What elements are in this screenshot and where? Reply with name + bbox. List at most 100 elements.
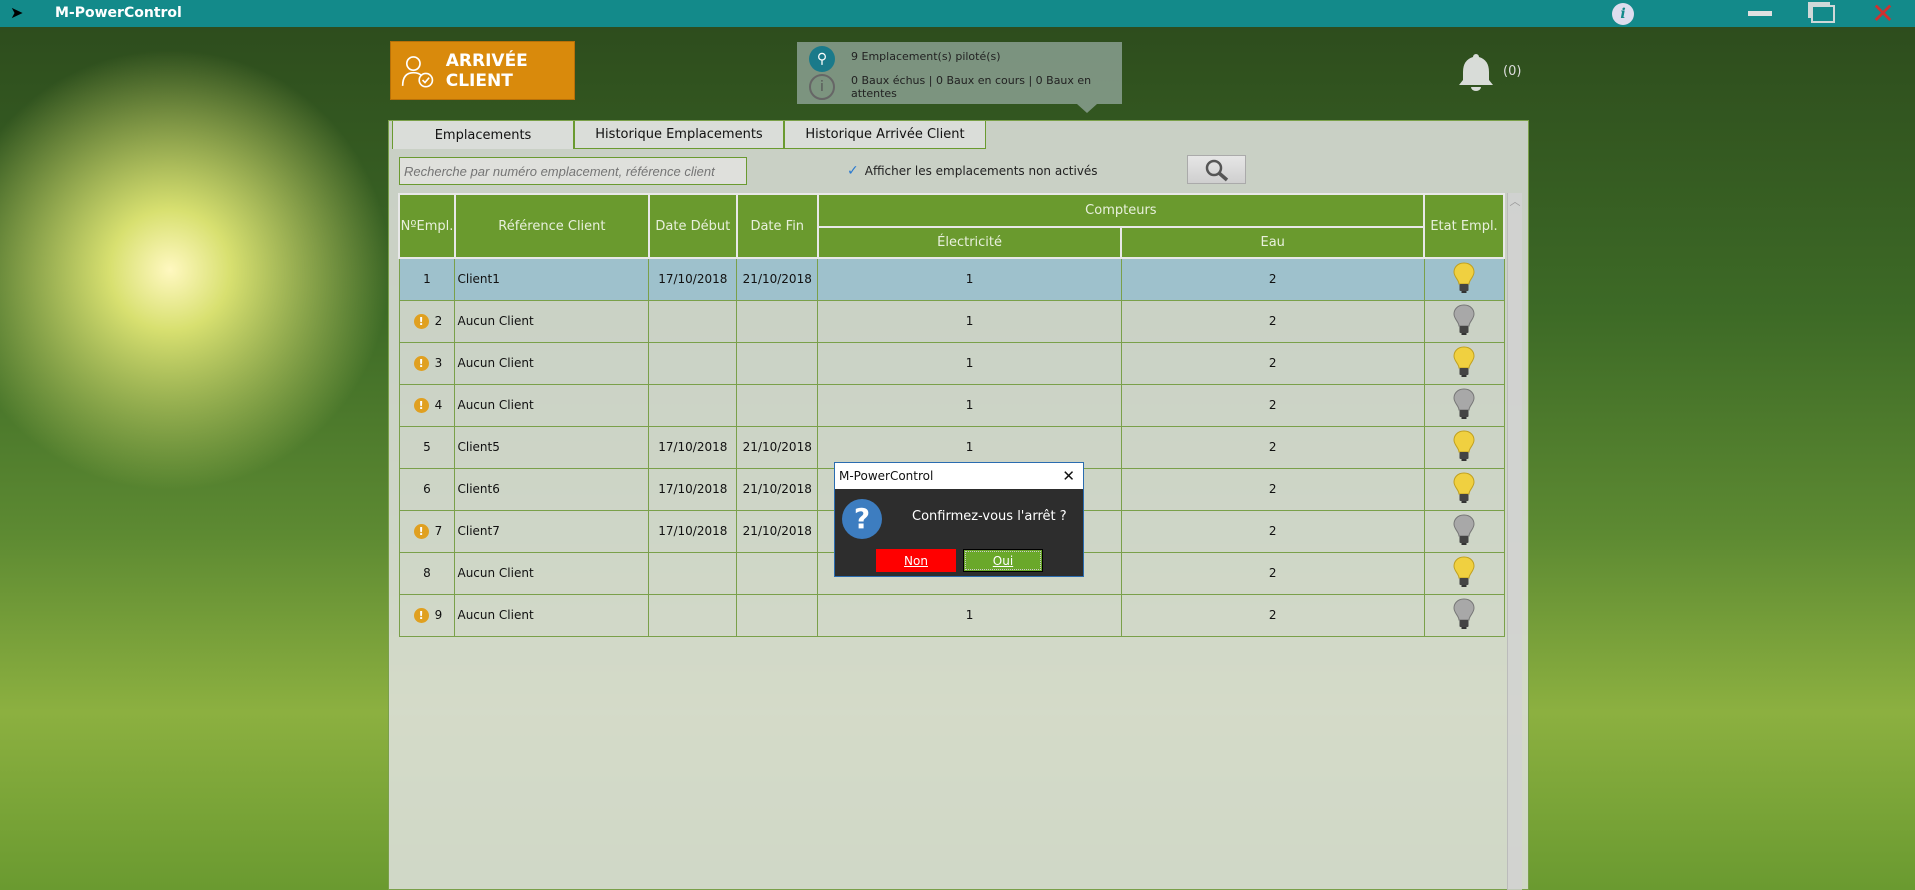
col-fin[interactable]: Date Fin xyxy=(735,193,819,259)
cell-eau: 2 xyxy=(1120,467,1425,511)
cell-debut xyxy=(648,383,738,427)
notification-count: (0) xyxy=(1503,64,1522,79)
user-check-icon xyxy=(401,55,434,88)
cell-etat[interactable] xyxy=(1423,257,1505,301)
cell-num: 6 xyxy=(398,467,456,511)
non-button[interactable]: Non xyxy=(876,549,956,572)
cell-ref: Client7 xyxy=(454,509,650,553)
cell-ref: Aucun Client xyxy=(454,341,650,385)
app-cursor-icon: ➤ xyxy=(10,3,24,22)
arrivee-client-label: ARRIVÉE CLIENT xyxy=(445,50,528,91)
cell-fin: 21/10/2018 xyxy=(736,509,819,553)
cell-num: ! 9 xyxy=(398,593,456,637)
cell-eau: 2 xyxy=(1120,593,1425,637)
col-electricite[interactable]: Électricité xyxy=(816,226,1123,259)
cell-etat[interactable] xyxy=(1423,341,1505,385)
cell-etat[interactable] xyxy=(1423,509,1505,553)
col-ref[interactable]: Référence Client xyxy=(453,193,650,259)
cell-fin: 21/10/2018 xyxy=(736,257,819,301)
oui-button[interactable]: Oui xyxy=(963,549,1043,572)
cell-electricite: 1 xyxy=(817,257,1122,301)
info-icon[interactable]: i xyxy=(1603,0,1643,27)
bulb-on-icon xyxy=(1453,471,1475,503)
cell-etat[interactable] xyxy=(1423,383,1505,427)
cell-eau: 2 xyxy=(1120,299,1425,343)
app-title: M-PowerControl xyxy=(55,5,182,21)
cell-num: ! 3 xyxy=(398,341,456,385)
table-row[interactable]: ! 4 Aucun Client 1 2 xyxy=(398,383,1505,427)
minimize-button[interactable] xyxy=(1740,0,1780,27)
cell-debut: 17/10/2018 xyxy=(648,257,738,301)
tab-emplacements[interactable]: Emplacements xyxy=(392,121,574,149)
num-value: 3 xyxy=(434,355,443,370)
cell-ref: Client6 xyxy=(454,467,650,511)
table-row[interactable]: ! 9 Aucun Client 1 2 xyxy=(398,593,1505,637)
cell-num: 5 xyxy=(398,425,456,469)
bulb-off-icon xyxy=(1453,303,1475,335)
col-debut[interactable]: Date Début xyxy=(647,193,738,259)
bulb-on-icon xyxy=(1453,429,1475,461)
num-value: 2 xyxy=(434,313,443,328)
cell-etat[interactable] xyxy=(1423,551,1505,595)
dialog-close-icon[interactable]: ✕ xyxy=(1062,467,1075,485)
location-pin-icon: ⚲ xyxy=(809,46,835,72)
cell-fin xyxy=(736,551,819,595)
search-button[interactable] xyxy=(1187,155,1246,184)
num-value: 8 xyxy=(423,566,431,580)
search-icon xyxy=(1205,159,1228,181)
show-inactive-checkbox[interactable]: ✓ Afficher les emplacements non activés xyxy=(847,163,1098,179)
tab-historique-arrivee-client[interactable]: Historique Arrivée Client xyxy=(784,121,986,149)
cell-debut xyxy=(648,299,738,343)
num-value: 5 xyxy=(423,440,431,454)
bell-icon[interactable] xyxy=(1458,52,1494,96)
num-value: 7 xyxy=(434,523,443,538)
col-eau[interactable]: Eau xyxy=(1120,226,1426,259)
col-compteurs: Compteurs xyxy=(816,193,1426,228)
cell-num: ! 2 xyxy=(398,299,456,343)
table-row[interactable]: ! 3 Aucun Client 1 2 xyxy=(398,341,1505,385)
callout-arrow xyxy=(1077,104,1097,113)
cell-num: 1 xyxy=(398,257,456,301)
warning-icon: ! xyxy=(413,523,429,539)
arrivee-client-button[interactable]: ARRIVÉE CLIENT xyxy=(390,41,575,100)
scroll-up-icon[interactable]: ︿ xyxy=(1510,195,1521,208)
cell-num: ! 7 xyxy=(398,509,456,553)
col-etat[interactable]: Etat Empl. xyxy=(1423,193,1505,259)
warning-icon: ! xyxy=(413,313,429,329)
cell-fin xyxy=(736,341,819,385)
cell-num: 8 xyxy=(398,551,456,595)
tab-historique-emplacements[interactable]: Historique Emplacements xyxy=(574,121,784,149)
cell-debut xyxy=(648,551,738,595)
emplacements-count: 9 Emplacement(s) piloté(s) xyxy=(851,50,1001,63)
cell-ref: Client5 xyxy=(454,425,650,469)
cell-etat[interactable] xyxy=(1423,593,1505,637)
baux-summary: 0 Baux échus | 0 Baux en cours | 0 Baux … xyxy=(851,74,1092,100)
num-value: 1 xyxy=(423,272,431,287)
cell-eau: 2 xyxy=(1120,509,1425,553)
cell-eau: 2 xyxy=(1120,341,1425,385)
col-num[interactable]: NºEmpl. xyxy=(398,193,456,259)
bulb-on-icon xyxy=(1453,555,1475,587)
bulb-off-icon xyxy=(1453,387,1475,419)
cell-ref: Aucun Client xyxy=(454,383,650,427)
cell-ref: Aucun Client xyxy=(454,551,650,595)
table-scrollbar[interactable]: ︿ xyxy=(1507,193,1522,890)
checkmark-icon: ✓ xyxy=(847,163,859,179)
cell-eau: 2 xyxy=(1120,551,1425,595)
cell-fin xyxy=(736,593,819,637)
maximize-button[interactable] xyxy=(1803,0,1843,27)
num-value: 9 xyxy=(434,607,443,622)
table-row[interactable]: 1 Client1 17/10/2018 21/10/2018 1 2 xyxy=(398,257,1505,301)
cell-ref: Aucun Client xyxy=(454,593,650,637)
info-summary: ⚲ i 9 Emplacement(s) piloté(s) 0 Baux éc… xyxy=(797,42,1122,113)
cell-etat[interactable] xyxy=(1423,299,1505,343)
close-button[interactable]: ✕ xyxy=(1863,0,1903,30)
show-inactive-label: Afficher les emplacements non activés xyxy=(864,164,1098,178)
cell-etat[interactable] xyxy=(1423,467,1505,511)
cell-debut: 17/10/2018 xyxy=(648,425,738,469)
table-row[interactable]: ! 2 Aucun Client 1 2 xyxy=(398,299,1505,343)
search-input[interactable] xyxy=(399,157,747,185)
cell-debut: 17/10/2018 xyxy=(648,509,738,553)
cell-eau: 2 xyxy=(1120,257,1425,301)
cell-etat[interactable] xyxy=(1423,425,1505,469)
